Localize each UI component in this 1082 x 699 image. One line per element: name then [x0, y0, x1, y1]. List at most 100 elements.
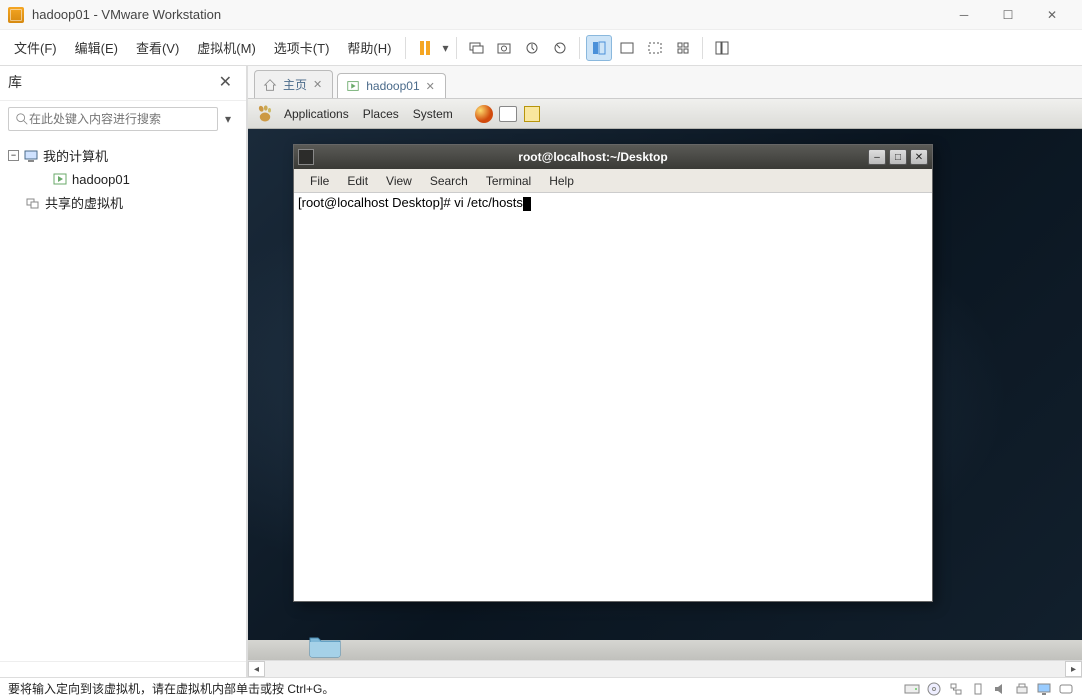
- sidebar-close-button[interactable]: ✕: [213, 70, 238, 94]
- tab-close-icon[interactable]: ✕: [313, 78, 322, 91]
- terminal-minimize-button[interactable]: –: [868, 149, 886, 165]
- tab-label: 主页: [283, 76, 307, 93]
- close-button[interactable]: ✕: [1030, 1, 1074, 29]
- network-icon[interactable]: [948, 682, 964, 696]
- search-icon: [15, 112, 29, 126]
- tab-bar: 主页 ✕ hadoop01 ✕: [248, 66, 1082, 99]
- guest-top-panel: Applications Places System: [248, 99, 1082, 129]
- menu-tabs-label: 选项卡(T): [274, 41, 330, 56]
- menu-view-label: 查看(V): [136, 41, 179, 56]
- pause-button[interactable]: [412, 35, 438, 61]
- tab-label: hadoop01: [366, 79, 419, 93]
- guest-bottom-panel[interactable]: [248, 640, 1082, 660]
- send-ctrl-alt-del-button[interactable]: [463, 35, 489, 61]
- scroll-right-button[interactable]: ▸: [1065, 661, 1082, 677]
- maximize-button[interactable]: ☐: [986, 1, 1030, 29]
- notes-icon[interactable]: [521, 103, 543, 125]
- app-icon: [8, 7, 24, 23]
- menu-edit[interactable]: 编辑(E): [67, 32, 126, 63]
- terminal-menu-help[interactable]: Help: [541, 171, 582, 191]
- terminal-title: root@localhost:~/Desktop: [318, 150, 868, 164]
- menu-tabs[interactable]: 选项卡(T): [266, 32, 338, 63]
- tab-hadoop01[interactable]: hadoop01 ✕: [337, 73, 446, 98]
- search-wrapper: [8, 107, 218, 131]
- search-dropdown-button[interactable]: ▾: [218, 112, 238, 126]
- terminal-maximize-button[interactable]: □: [889, 149, 907, 165]
- statusbar: 要将输入定向到该虚拟机，请在虚拟机内部单击或按 Ctrl+G。: [0, 677, 1082, 699]
- window-titlebar: hadoop01 - VMware Workstation ─ ☐ ✕: [0, 0, 1082, 30]
- menubar: 文件(F) 编辑(E) 查看(V) 虚拟机(M) 选项卡(T) 帮助(H) ▾: [0, 30, 1082, 66]
- terminal-body[interactable]: [root@localhost Desktop]# vi /etc/hosts: [294, 193, 932, 601]
- library-tree: − 我的计算机 hadoop01 共享的虚拟机: [0, 137, 246, 661]
- gnome-foot-icon[interactable]: [254, 103, 276, 125]
- vm-running-icon: [52, 171, 68, 187]
- snapshot-manager-button[interactable]: [519, 35, 545, 61]
- revert-snapshot-button[interactable]: [547, 35, 573, 61]
- search-row: ▾: [0, 101, 246, 137]
- home-icon: [263, 78, 277, 92]
- panel-places[interactable]: Places: [357, 103, 405, 125]
- tree-my-computer[interactable]: − 我的计算机: [8, 143, 238, 168]
- mail-icon[interactable]: [497, 103, 519, 125]
- terminal-menu-edit[interactable]: Edit: [339, 171, 376, 191]
- tree-label: 我的计算机: [43, 146, 108, 165]
- separator: [456, 37, 457, 59]
- panel-applications[interactable]: Applications: [278, 103, 355, 125]
- menu-view[interactable]: 查看(V): [128, 32, 187, 63]
- tree-hadoop01[interactable]: hadoop01: [8, 168, 238, 190]
- guest-wrapper: Applications Places System root@localhos…: [248, 99, 1082, 677]
- sound-icon[interactable]: [992, 682, 1008, 696]
- library-button[interactable]: [709, 35, 735, 61]
- scroll-track[interactable]: [265, 661, 1065, 677]
- terminal-menu-file[interactable]: File: [302, 171, 337, 191]
- thumbnail-view-button[interactable]: [614, 35, 640, 61]
- sidebar: 库 ✕ ▾ − 我的计算机 hadoop01 共: [0, 66, 248, 677]
- tree-shared[interactable]: 共享的虚拟机: [8, 190, 238, 215]
- firefox-icon[interactable]: [473, 103, 495, 125]
- terminal-close-button[interactable]: ✕: [910, 149, 928, 165]
- horizontal-scrollbar[interactable]: ◂ ▸: [248, 660, 1082, 677]
- terminal-menu-view[interactable]: View: [378, 171, 420, 191]
- usb-icon[interactable]: [970, 682, 986, 696]
- tab-close-icon[interactable]: ✕: [426, 80, 435, 93]
- message-icon[interactable]: [1058, 682, 1074, 696]
- expand-toggle-icon[interactable]: −: [8, 150, 19, 161]
- panel-system[interactable]: System: [407, 103, 459, 125]
- menu-help[interactable]: 帮助(H): [339, 32, 399, 63]
- computer-icon: [23, 148, 39, 164]
- statusbar-icons: [904, 682, 1074, 696]
- tree-label: hadoop01: [72, 172, 130, 187]
- vm-icon: [346, 79, 360, 93]
- menu-edit-label: 编辑(E): [75, 41, 118, 56]
- menu-vm-label: 虚拟机(M): [197, 41, 256, 56]
- terminal-titlebar[interactable]: root@localhost:~/Desktop – □ ✕: [294, 145, 932, 169]
- statusbar-text: 要将输入定向到该虚拟机，请在虚拟机内部单击或按 Ctrl+G。: [8, 680, 334, 697]
- terminal-menu-search[interactable]: Search: [422, 171, 476, 191]
- tab-home[interactable]: 主页 ✕: [254, 70, 333, 98]
- terminal-line: [root@localhost Desktop]# vi /etc/hosts: [298, 195, 523, 210]
- content-area: 主页 ✕ hadoop01 ✕ Applications Places Syst…: [248, 66, 1082, 677]
- printer-icon[interactable]: [1014, 682, 1030, 696]
- snapshot-button[interactable]: [491, 35, 517, 61]
- menu-vm[interactable]: 虚拟机(M): [189, 32, 264, 63]
- minimize-button[interactable]: ─: [942, 1, 986, 29]
- folder-icon[interactable]: [308, 632, 342, 658]
- scroll-left-button[interactable]: ◂: [248, 661, 265, 677]
- cd-icon[interactable]: [926, 682, 942, 696]
- terminal-menubar: File Edit View Search Terminal Help: [294, 169, 932, 193]
- fullscreen-button[interactable]: [642, 35, 668, 61]
- sidebar-header: 库 ✕: [0, 66, 246, 101]
- console-view-button[interactable]: [586, 35, 612, 61]
- power-dropdown[interactable]: ▾: [440, 41, 450, 55]
- display-icon[interactable]: [1036, 682, 1052, 696]
- terminal-menu-terminal[interactable]: Terminal: [478, 171, 539, 191]
- sidebar-bottom: [0, 661, 246, 677]
- menu-file[interactable]: 文件(F): [6, 32, 65, 63]
- guest-desktop[interactable]: root@localhost:~/Desktop – □ ✕ File Edit…: [248, 129, 1082, 660]
- terminal-window[interactable]: root@localhost:~/Desktop – □ ✕ File Edit…: [293, 144, 933, 602]
- menu-file-label: 文件(F): [14, 41, 57, 56]
- terminal-icon: [298, 149, 314, 165]
- search-input[interactable]: [29, 112, 211, 126]
- disk-icon[interactable]: [904, 682, 920, 696]
- unity-button[interactable]: [670, 35, 696, 61]
